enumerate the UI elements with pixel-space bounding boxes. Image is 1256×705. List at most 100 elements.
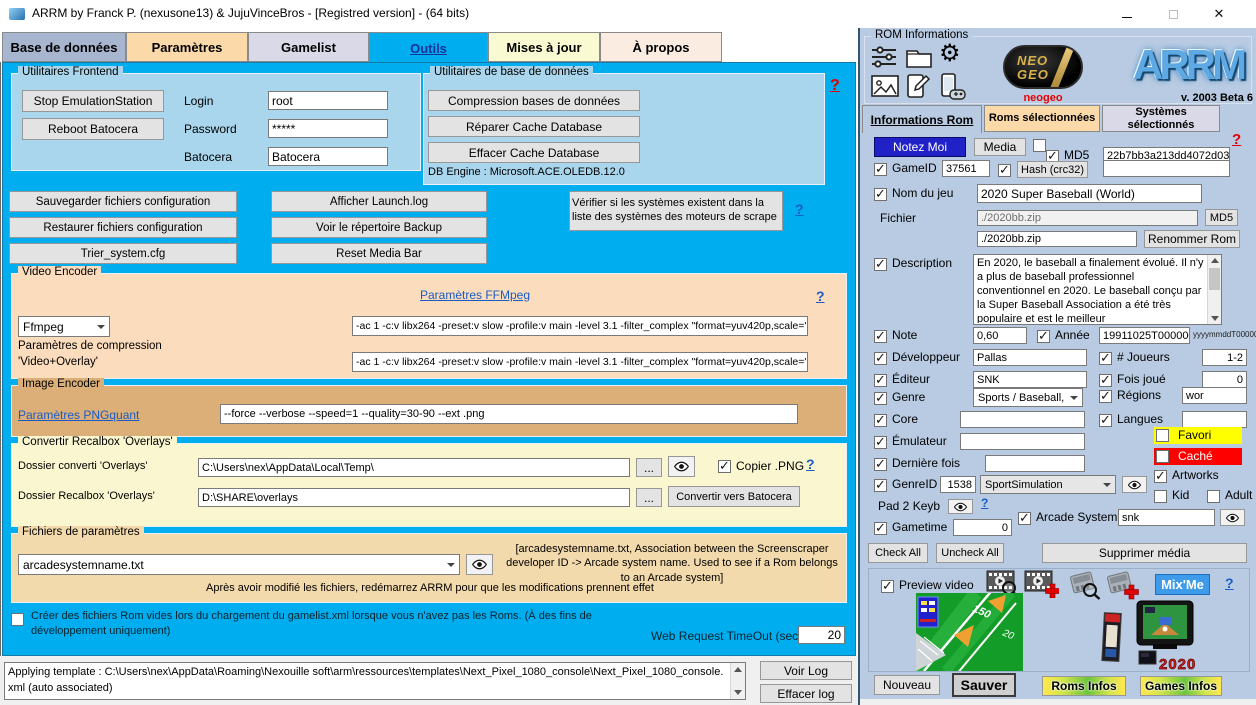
- log-box[interactable]: Applying template : C:\Users\nex\AppData…: [4, 662, 746, 700]
- gameid-input[interactable]: 37561: [942, 160, 990, 177]
- developpeur-input[interactable]: Pallas: [973, 349, 1087, 366]
- show-launchlog-button[interactable]: Afficher Launch.log: [271, 191, 487, 212]
- nom-checkbox[interactable]: [874, 188, 887, 201]
- view-pad2keyb-button[interactable]: [948, 499, 973, 514]
- stop-emulationstation-button[interactable]: Stop EmulationStation: [22, 90, 164, 112]
- login-input[interactable]: root: [268, 91, 388, 110]
- scroll-down-icon[interactable]: [734, 690, 742, 695]
- view-param-file-button[interactable]: [466, 554, 493, 575]
- clear-cache-button[interactable]: Effacer Cache Database: [428, 142, 640, 163]
- tab-informations-rom-active[interactable]: Informations Rom: [862, 105, 982, 133]
- editeur-input[interactable]: SNK: [973, 371, 1087, 388]
- artwork-add-button[interactable]: [1102, 569, 1140, 600]
- tab-outils-active[interactable]: Outils: [369, 32, 488, 63]
- pngquant-params-link[interactable]: Paramètres PNGquant: [18, 408, 139, 422]
- roms-infos-button[interactable]: Roms Infos: [1042, 676, 1126, 696]
- voir-log-button[interactable]: Voir Log: [760, 661, 852, 680]
- description-textarea[interactable]: En 2020, le baseball a finalement évolué…: [973, 254, 1222, 325]
- annee-checkbox[interactable]: [1037, 330, 1050, 343]
- fois-joue-checkbox[interactable]: [1099, 374, 1112, 387]
- effacer-log-button[interactable]: Effacer log: [760, 684, 852, 703]
- genreid-input[interactable]: 1538: [940, 476, 976, 493]
- genre-select[interactable]: Sports / Baseball,: [973, 388, 1083, 407]
- log-scrollbar[interactable]: [730, 663, 745, 699]
- editeur-checkbox[interactable]: [874, 374, 887, 387]
- hash-crc32-button[interactable]: Hash (crc32): [1017, 161, 1088, 178]
- preview-video-checkbox[interactable]: [881, 580, 894, 593]
- media-options-button[interactable]: [871, 45, 897, 69]
- view-genre-button[interactable]: [1122, 476, 1147, 493]
- compress-db-button[interactable]: Compression bases de données: [428, 90, 640, 111]
- pngquant-cmd-input[interactable]: --force --verbose --speed=1 --quality=30…: [220, 404, 798, 424]
- arcade-system-input[interactable]: snk: [1118, 509, 1215, 526]
- encoder-select[interactable]: Ffmpeg: [18, 316, 110, 337]
- description-scrollbar[interactable]: [1207, 255, 1221, 324]
- convert-to-batocera-button[interactable]: Convertir vers Batocera: [668, 486, 800, 507]
- image-viewer-button[interactable]: [871, 75, 899, 97]
- developpeur-checkbox[interactable]: [874, 352, 887, 365]
- verify-systems-help-link[interactable]: ?: [795, 201, 804, 217]
- genre-checkbox[interactable]: [874, 392, 887, 405]
- annee-input[interactable]: 19911025T000000: [1099, 327, 1190, 344]
- verify-systems-button[interactable]: Vérifier si les systèmes existent dans l…: [569, 191, 783, 231]
- sort-system-cfg-button[interactable]: Trier_system.cfg: [9, 243, 237, 264]
- cache-checkbox[interactable]: [1156, 450, 1169, 463]
- gametime-input[interactable]: 0: [953, 519, 1012, 536]
- gameid-checkbox[interactable]: [874, 163, 887, 176]
- maximize-button[interactable]: [1150, 0, 1196, 28]
- tab-a-propos[interactable]: À propos: [600, 32, 722, 62]
- reboot-batocera-button[interactable]: Reboot Batocera: [22, 118, 164, 140]
- gametime-checkbox[interactable]: [874, 522, 887, 535]
- mix-artwork-preview[interactable]: 2020: [1101, 599, 1196, 673]
- nom-input[interactable]: 2020 Super Baseball (World): [977, 184, 1202, 203]
- uncheck-all-button[interactable]: Uncheck All: [936, 543, 1004, 563]
- regions-checkbox[interactable]: [1099, 390, 1112, 403]
- close-button[interactable]: [1196, 0, 1242, 28]
- browse-recalbox-button[interactable]: ...: [636, 488, 662, 507]
- derniere-fois-checkbox[interactable]: [874, 458, 887, 471]
- artwork-search-button[interactable]: [1065, 569, 1101, 600]
- hash-checkbox[interactable]: [998, 164, 1011, 177]
- param-file-select[interactable]: arcadesystemname.txt: [18, 554, 460, 575]
- emulateur-checkbox[interactable]: [874, 436, 887, 449]
- open-folder-button[interactable]: [905, 45, 933, 69]
- core-input[interactable]: [960, 411, 1085, 428]
- mixme-button[interactable]: Mix'Me: [1155, 574, 1210, 595]
- artworks-checkbox[interactable]: [1154, 470, 1167, 483]
- repair-cache-button[interactable]: Réparer Cache Database: [428, 116, 640, 137]
- video-cmd-input[interactable]: -ac 1 -c:v libx264 -preset:v slow -profi…: [352, 316, 808, 336]
- tab-mises-a-jour[interactable]: Mises à jour: [488, 32, 600, 62]
- tab-gamelist[interactable]: Gamelist: [248, 32, 369, 62]
- fichier-md5-button[interactable]: MD5: [1205, 209, 1238, 226]
- joueurs-checkbox[interactable]: [1099, 352, 1112, 365]
- kid-checkbox[interactable]: [1154, 490, 1167, 503]
- rom-help-link[interactable]: ?: [1232, 131, 1241, 148]
- view-arcade-system-button[interactable]: [1220, 509, 1245, 526]
- overlay-cmd-input[interactable]: -ac 1 -c:v libx264 -preset:v slow -profi…: [352, 352, 808, 372]
- notez-moi-button[interactable]: Notez Moi: [874, 137, 966, 157]
- note-input[interactable]: 0,60: [973, 327, 1027, 344]
- genre-name-select[interactable]: SportSimulation: [980, 475, 1116, 494]
- converted-overlays-input[interactable]: C:\Users\nex\AppData\Local\Temp\: [198, 458, 630, 477]
- scroll-down-icon[interactable]: [1211, 316, 1219, 321]
- db-utils-help-link[interactable]: ?: [830, 77, 840, 95]
- minimize-button[interactable]: [1104, 0, 1150, 28]
- scroll-thumb[interactable]: [1209, 268, 1220, 290]
- mixme-help-link[interactable]: ?: [1225, 575, 1234, 591]
- sauver-button[interactable]: Sauver: [952, 673, 1016, 697]
- langues-input[interactable]: [1182, 411, 1247, 428]
- tab-base-de-donnees[interactable]: Base de données: [2, 32, 126, 62]
- joueurs-input[interactable]: 1-2: [1202, 349, 1247, 366]
- adult-checkbox[interactable]: [1207, 490, 1220, 503]
- save-config-button[interactable]: Sauvegarder fichiers configuration: [9, 191, 237, 212]
- video-encoder-help-link[interactable]: ?: [816, 288, 825, 304]
- edit-rom-button[interactable]: [905, 73, 931, 99]
- note-checkbox[interactable]: [874, 330, 887, 343]
- backup-dir-button[interactable]: Voir le répertoire Backup: [271, 217, 487, 238]
- tab-systemes-selectionnes[interactable]: Systèmes sélectionnés: [1102, 105, 1220, 132]
- genreid-checkbox[interactable]: [874, 479, 887, 492]
- hash-value-input[interactable]: [1103, 160, 1230, 177]
- media-checkbox[interactable]: [1033, 139, 1046, 152]
- batocera-host-input[interactable]: Batocera: [268, 147, 388, 166]
- core-checkbox[interactable]: [874, 414, 887, 427]
